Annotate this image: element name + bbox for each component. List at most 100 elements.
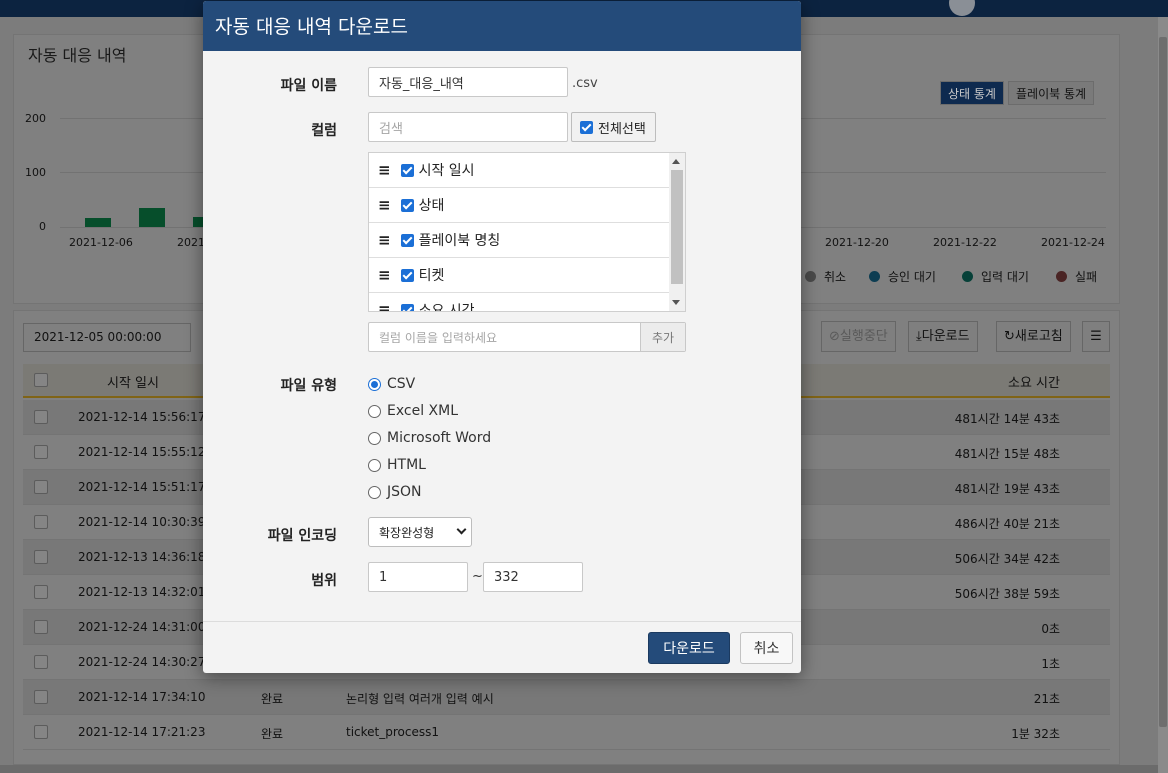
add-column-button[interactable]: 추가: [640, 323, 685, 351]
row-duration: 1분 32초: [1011, 727, 1060, 741]
row-checkbox[interactable]: [34, 550, 48, 564]
column-item[interactable]: ≡ 플레이북 명칭: [369, 223, 670, 258]
radio-icon[interactable]: [368, 404, 381, 418]
drag-handle-icon[interactable]: ≡: [378, 231, 391, 249]
table-row[interactable]: 2021-12-14 17:21:23 완료 ticket_process1 1분 3…: [23, 715, 1110, 750]
legend-label: 입력 대기: [981, 270, 1029, 284]
checkbox-checked-icon[interactable]: [400, 303, 414, 311]
range-from-input[interactable]: 1: [368, 562, 468, 592]
checkbox-checked-icon[interactable]: [400, 163, 414, 177]
checkbox-checked-icon[interactable]: [400, 198, 414, 212]
row-status: 완료: [261, 692, 284, 706]
refresh-button[interactable]: ↻새로고침: [996, 321, 1071, 352]
radio-selected-icon[interactable]: [368, 377, 381, 391]
legend-input-wait[interactable]: 입력 대기: [962, 268, 1029, 285]
row-start-date: 2021-12-13 14:32:01: [78, 585, 206, 599]
x-tick-label: 2021-12-24: [1041, 236, 1105, 249]
filetype-excel-xml[interactable]: Excel XML: [368, 403, 458, 419]
row-duration: 481시간 19분 43초: [954, 482, 1060, 496]
legend-approval-wait[interactable]: 승인 대기: [869, 268, 936, 285]
row-checkbox[interactable]: [34, 410, 48, 424]
row-checkbox[interactable]: [34, 620, 48, 634]
row-checkbox[interactable]: [34, 445, 48, 459]
chart-bar[interactable]: [85, 218, 111, 227]
column-list[interactable]: ≡ 시작 일시 ≡ 상태 ≡ 플레이북 명칭 ≡ 티켓 ≡ 소요 시간: [368, 152, 686, 312]
legend-label: 승인 대기: [888, 270, 936, 284]
column-item-label: 소요 시간: [418, 303, 475, 312]
row-checkbox[interactable]: [34, 515, 48, 529]
filetype-html[interactable]: HTML: [368, 457, 426, 473]
column-list-scrollbar[interactable]: [669, 153, 685, 311]
column-item-label: 티켓: [418, 268, 445, 284]
range-separator: ~: [472, 569, 483, 584]
row-checkbox[interactable]: [34, 725, 48, 739]
chart-bar[interactable]: [139, 208, 165, 227]
x-tick-label: 2021-12-06: [69, 236, 133, 249]
header-duration[interactable]: 소요 시간: [1008, 372, 1060, 391]
filetype-word[interactable]: Microsoft Word: [368, 430, 491, 446]
header-start-date[interactable]: 시작 일시: [107, 372, 159, 391]
date-from-input[interactable]: 2021-12-05 00:00:00: [23, 323, 191, 352]
checkbox-checked-icon[interactable]: [580, 120, 593, 134]
dialog-footer-divider: [203, 621, 801, 622]
playbook-stats-tab[interactable]: 플레이북 통계: [1008, 81, 1095, 105]
drag-handle-icon[interactable]: ≡: [378, 301, 391, 311]
list-icon: ☰: [1090, 329, 1102, 344]
column-search-input[interactable]: 검색: [368, 112, 568, 142]
columns-label: 컬럼: [311, 123, 337, 139]
download-button[interactable]: ⤓다운로드: [908, 321, 978, 352]
row-checkbox[interactable]: [34, 585, 48, 599]
row-duration: 506시간 34분 42초: [954, 552, 1060, 566]
row-duration: 21초: [1033, 692, 1060, 706]
stop-icon: ⊘: [829, 329, 840, 344]
legend-failure[interactable]: 실패: [1056, 268, 1097, 285]
filetype-csv[interactable]: CSV: [368, 376, 415, 392]
checkbox-checked-icon[interactable]: [400, 233, 414, 247]
row-checkbox[interactable]: [34, 690, 48, 704]
dialog-download-button[interactable]: 다운로드: [648, 632, 730, 664]
encoding-select[interactable]: 확장완성형: [368, 517, 472, 547]
scroll-down-icon[interactable]: [672, 300, 680, 305]
row-duration: 481시간 15분 48초: [954, 447, 1060, 461]
column-list-scroll-thumb[interactable]: [671, 170, 683, 284]
column-item[interactable]: ≡ 티켓: [369, 258, 670, 293]
legend-swatch: [805, 271, 816, 282]
column-item[interactable]: ≡ 시작 일시: [369, 153, 670, 188]
range-to-input[interactable]: 332: [483, 562, 583, 592]
drag-handle-icon[interactable]: ≡: [378, 161, 391, 179]
legend-cancel[interactable]: 취소: [805, 268, 846, 285]
filename-label: 파일 이름: [280, 78, 337, 94]
select-all-button[interactable]: 전체선택: [571, 112, 656, 142]
add-column-input[interactable]: 컬럼 이름을 입력하세요: [369, 323, 640, 351]
filename-input[interactable]: 자동_대응_내역: [368, 67, 568, 97]
table-row[interactable]: 2021-12-14 17:34:10 완료 논리형 입력 여러개 입력 예시 21초: [23, 680, 1110, 715]
drag-handle-icon[interactable]: ≡: [378, 266, 391, 284]
stop-label: 실행중단: [839, 329, 888, 344]
chevron-down-icon: [456, 524, 467, 535]
dialog-title: 자동 대응 내역 다운로드: [203, 1, 801, 51]
dialog-cancel-button[interactable]: 취소: [740, 632, 793, 664]
radio-icon[interactable]: [368, 458, 381, 472]
user-avatar[interactable]: [949, 0, 975, 16]
row-checkbox[interactable]: [34, 655, 48, 669]
stop-button[interactable]: ⊘실행중단: [821, 321, 896, 352]
status-stats-tab[interactable]: 상태 통계: [940, 81, 1004, 105]
page-scrollbar-thumb[interactable]: [1159, 37, 1167, 727]
checkbox-checked-icon[interactable]: [400, 268, 414, 282]
filetype-label: 파일 유형: [280, 378, 337, 394]
legend-label: 실패: [1075, 270, 1098, 284]
column-item[interactable]: ≡ 상태: [369, 188, 670, 223]
chart-bar[interactable]: [193, 217, 203, 227]
row-start-date: 2021-12-13 14:36:18: [78, 550, 206, 564]
legend-swatch: [869, 271, 880, 282]
filetype-json[interactable]: JSON: [368, 484, 422, 500]
scroll-up-icon[interactable]: [672, 159, 680, 164]
radio-icon[interactable]: [368, 485, 381, 499]
page-scrollbar[interactable]: [1158, 17, 1168, 773]
drag-handle-icon[interactable]: ≡: [378, 196, 391, 214]
column-menu-button[interactable]: ☰: [1082, 321, 1110, 352]
column-item[interactable]: ≡ 소요 시간: [369, 293, 670, 312]
select-all-rows-checkbox[interactable]: [34, 373, 48, 387]
radio-icon[interactable]: [368, 431, 381, 445]
row-checkbox[interactable]: [34, 480, 48, 494]
